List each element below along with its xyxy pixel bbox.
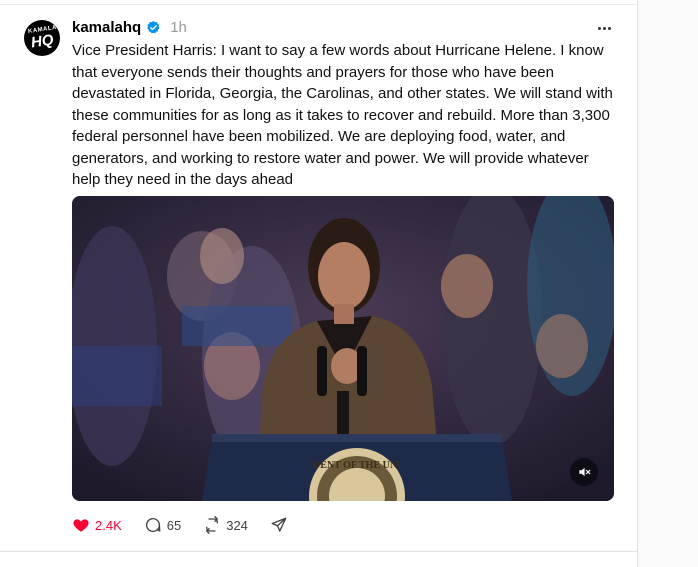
avatar[interactable]: KAMALA HQ <box>24 20 60 56</box>
bottom-divider <box>0 551 638 552</box>
seal-text: DENT OF THE UNI <box>313 460 401 471</box>
action-bar: 2.4K 65 324 <box>72 514 310 536</box>
mute-icon[interactable] <box>570 458 598 486</box>
comment-icon <box>145 517 161 533</box>
verified-badge-icon <box>146 20 161 35</box>
username-link[interactable]: kamalahq <box>72 19 141 36</box>
like-count: 2.4K <box>95 517 122 533</box>
share-button[interactable] <box>270 516 288 534</box>
top-divider <box>0 4 638 5</box>
page: KAMALA HQ kamalahq 1h Vice President Har… <box>0 0 698 567</box>
repost-icon <box>206 516 219 534</box>
video-frame: DENT OF THE UNI <box>72 196 614 501</box>
heart-icon <box>73 519 89 532</box>
share-icon <box>271 517 287 532</box>
post-video[interactable]: DENT OF THE UNI <box>72 196 614 501</box>
post-text: Vice President Harris: I want to say a f… <box>72 42 613 188</box>
repost-button[interactable]: 324 <box>203 516 248 534</box>
post-timestamp[interactable]: 1h <box>170 19 187 36</box>
repost-count: 324 <box>226 517 248 533</box>
more-options-icon[interactable] <box>592 18 616 38</box>
post-card: KAMALA HQ kamalahq 1h Vice President Har… <box>0 0 638 567</box>
reply-button[interactable]: 65 <box>144 516 181 534</box>
avatar-text-main: HQ <box>29 31 55 52</box>
like-button[interactable]: 2.4K <box>72 516 122 534</box>
post-header: kamalahq 1h <box>72 17 187 37</box>
reply-count: 65 <box>166 517 182 533</box>
